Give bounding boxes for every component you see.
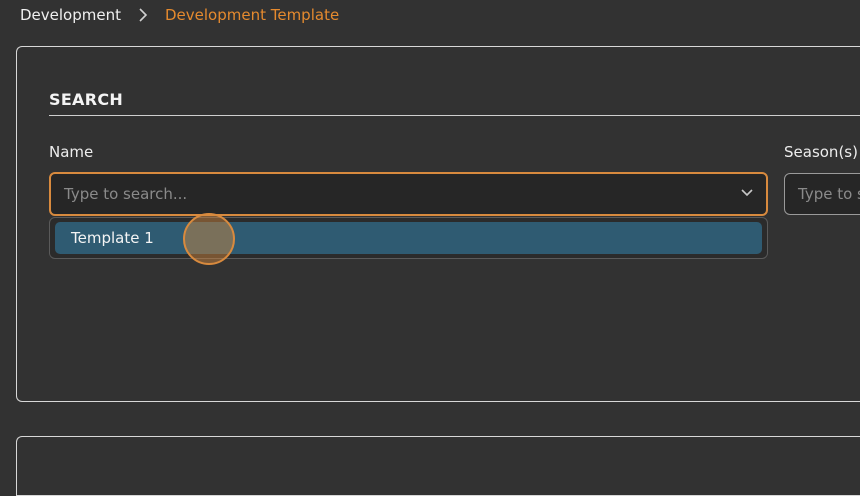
name-label: Name: [49, 143, 94, 161]
dropdown-option-template-1[interactable]: Template 1: [55, 222, 762, 254]
click-indicator: [183, 213, 235, 265]
name-search-input[interactable]: Type to search...: [49, 172, 768, 216]
season-search-placeholder: Type to search...: [798, 185, 860, 203]
breadcrumb: Development Development Template: [20, 4, 339, 26]
breadcrumb-development-link[interactable]: Development: [20, 6, 121, 24]
season-label: Season(s): [784, 143, 858, 161]
chevron-right-icon: [121, 8, 165, 22]
results-panel: [16, 436, 860, 496]
section-divider: [49, 115, 860, 116]
name-search-placeholder: Type to search...: [64, 185, 188, 203]
chevron-down-icon[interactable]: [740, 188, 754, 198]
name-dropdown-list: Template 1: [49, 217, 768, 259]
season-search-input[interactable]: Type to search...: [784, 173, 860, 215]
breadcrumb-current: Development Template: [164, 6, 340, 24]
search-section-title: SEARCH: [49, 90, 124, 109]
